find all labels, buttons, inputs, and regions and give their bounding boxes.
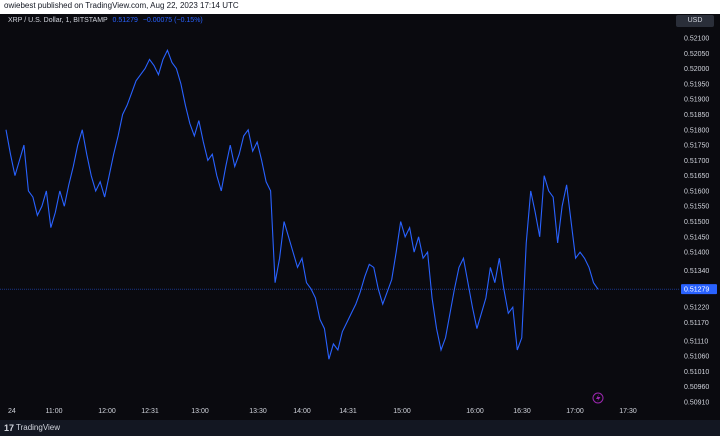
x-tick-label: 12:31	[141, 408, 159, 415]
y-tick-label: 0.51170	[684, 320, 709, 327]
y-tick-label: 0.51060	[684, 354, 709, 361]
tradingview-logo-icon: 17	[4, 423, 15, 433]
y-tick-label: 0.51010	[684, 369, 709, 376]
current-price-label: 0.51279	[681, 284, 717, 295]
x-tick-label: 24	[8, 408, 16, 415]
x-tick-label: 14:31	[339, 408, 357, 415]
y-tick-label: 0.50960	[684, 384, 709, 391]
price-chart[interactable]: 0.52100 0.52050 0.52000 0.51950 0.51900 0.518…	[0, 14, 720, 420]
legend-symbol: XRP / U.S. Dollar, 1, BITSTAMP	[8, 17, 108, 24]
y-tick-label: 0.51500	[684, 219, 709, 226]
y-tick-label: 0.52000	[684, 66, 709, 73]
svg-text:0.51279: 0.51279	[684, 287, 709, 294]
chart-legend: XRP / U.S. Dollar, 1, BITSTAMP 0.51279 −…	[8, 17, 203, 24]
y-tick-label: 0.51750	[684, 143, 709, 150]
x-tick-label: 14:00	[293, 408, 311, 415]
price-line	[5, 48, 599, 360]
y-tick-label: 0.51800	[684, 127, 709, 134]
x-tick-label: 12:00	[98, 408, 116, 415]
x-tick-label: 15:00	[393, 408, 411, 415]
y-tick-label: 0.52050	[684, 51, 709, 58]
x-tick-label: 16:30	[513, 408, 531, 415]
y-tick-label: 0.51340	[684, 268, 709, 275]
chart-area[interactable]: 0.52100 0.52050 0.52000 0.51950 0.51900 0.518…	[0, 14, 720, 420]
currency-button[interactable]: USD	[676, 15, 714, 27]
y-tick-label: 0.51220	[684, 305, 709, 312]
y-tick-label: 0.51600	[684, 188, 709, 195]
y-tick-label: 0.51650	[684, 173, 709, 180]
x-tick-label: 17:00	[566, 408, 584, 415]
publisher-bar: owiebest published on TradingView.com, A…	[0, 0, 720, 14]
legend-last-value: 0.51279	[112, 17, 138, 24]
y-tick-label: 0.51850	[684, 112, 709, 119]
x-tick-label: 11:00	[46, 408, 63, 415]
x-tick-label: 13:30	[249, 408, 267, 415]
lightning-bolt-icon[interactable]	[592, 392, 604, 404]
tradingview-brand: TradingView	[16, 423, 61, 432]
y-axis[interactable]: 0.52100 0.52050 0.52000 0.51950 0.51900 0.518…	[684, 36, 709, 407]
x-tick-label: 13:00	[191, 408, 209, 415]
y-tick-label: 0.51950	[684, 81, 709, 88]
y-tick-label: 0.51900	[684, 97, 709, 104]
x-axis[interactable]: 24 11:00 12:00 12:31 13:00 13:30 14:00 14:31 15:…	[8, 408, 637, 415]
y-tick-label: 0.51110	[684, 338, 708, 345]
y-tick-label: 0.51400	[684, 250, 709, 257]
footer-bar: 17 TradingView	[0, 420, 720, 436]
y-tick-label: 0.51550	[684, 204, 709, 211]
y-tick-label: 0.52100	[684, 36, 709, 43]
legend-change: −0.00075 (−0.15%)	[142, 17, 203, 24]
x-tick-label: 17:30	[619, 408, 637, 415]
y-tick-label: 0.51700	[684, 158, 709, 165]
y-tick-label: 0.51450	[684, 234, 709, 241]
publisher-text: owiebest published on TradingView.com, A…	[4, 1, 239, 10]
y-tick-label: 0.50910	[684, 400, 709, 407]
x-tick-label: 16:00	[466, 408, 484, 415]
